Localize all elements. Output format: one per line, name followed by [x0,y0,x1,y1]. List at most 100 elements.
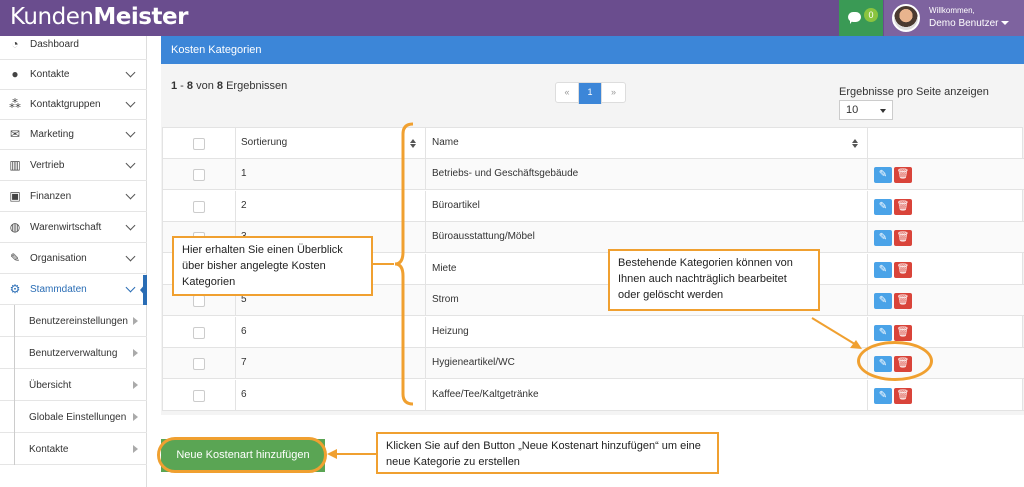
sidebar-item-marketing[interactable]: ✉ Marketing [0,120,147,150]
sidebar-subitem-label: Globale Einstellungen [29,412,127,423]
chevron-down-icon [125,189,136,200]
select-all-checkbox[interactable] [193,138,205,150]
chevron-down-icon [125,251,136,262]
category-name: Miete [432,262,457,274]
sort-value: 6 [241,325,247,337]
sidebar-subitem-label: Übersicht [29,380,72,391]
sidebar-subitem-uebersicht[interactable]: Übersicht [0,369,147,401]
sidebar-subitem-globale-einstellungen[interactable]: Globale Einstellungen [0,401,147,433]
sort-value: 2 [241,199,247,211]
caret-right-icon [133,445,138,453]
chevron-down-icon [125,220,136,231]
sidebar-subitem-kontakte[interactable]: Kontakte [0,433,147,465]
sidebar-item-label: Kontaktgruppen [30,99,101,110]
user-menu[interactable]: Willkommen, Demo Benutzer [884,0,1024,36]
edit-button[interactable]: ✎ [874,230,892,246]
sidebar-item-stammdaten[interactable]: ⚙ Stammdaten [0,275,147,305]
top-bar: KundenMeister 0 Willkommen, Demo Benutze… [0,0,1024,36]
sort-value: 6 [241,388,247,400]
sort-value: 1 [241,168,247,179]
sidebar-item-organisation[interactable]: ✎ Organisation [0,244,147,274]
panel-header: Kosten Kategorien [161,36,1024,64]
message-count-badge: 0 [864,8,878,22]
callout-arrow [811,317,862,349]
category-name: Hygieneartikel/WC [432,357,515,368]
edit-button[interactable]: ✎ [874,293,892,309]
caret-right-icon [133,413,138,421]
edit-button[interactable]: ✎ [874,198,892,215]
tree-line [14,305,15,337]
welcome-text: Willkommen, [929,6,975,15]
dashboard-icon: ◔ [11,37,19,51]
sidebar-item-label: Vertrieb [30,160,65,171]
sidebar-subitem-benutzerverwaltung[interactable]: Benutzerverwaltung [0,337,147,369]
row-checkbox[interactable] [193,169,205,181]
edit-button[interactable]: ✎ [874,261,892,278]
sidebar-item-label: Finanzen [30,191,72,202]
sidebar-item-finanzen[interactable]: ▣ Finanzen [0,182,147,212]
edit-button[interactable]: ✎ [874,324,892,341]
sidebar-item-kontakte[interactable]: ● Kontakte [0,60,147,90]
caret-down-icon [880,109,886,113]
sidebar-subitem-benutzereinstellungen[interactable]: Benutzereinstellungen [0,305,147,337]
delete-button[interactable]: 🗑 [894,198,912,215]
sidebar-item-vertrieb[interactable]: ▥ Vertrieb [0,151,147,181]
sidebar: ◔ Dashboard ● Kontakte ⁂ Kontaktgruppen … [0,36,147,487]
chevron-down-icon [125,97,136,108]
user-name: Demo Benutzer [929,18,1010,29]
callout-overview: Hier erhalten Sie einen Überblick über b… [172,236,373,296]
row-checkbox[interactable] [193,389,205,402]
app-logo[interactable]: KundenMeister [10,4,188,30]
sort-value: 7 [241,357,247,368]
user-icon: ● [11,67,19,81]
row-checkbox[interactable] [193,326,205,339]
sidebar-item-label: Kontakte [30,69,70,80]
delete-button[interactable]: 🗑 [894,167,912,183]
sidebar-subitem-label: Benutzereinstellungen [29,316,128,327]
results-summary: 1 - 8 von 8 Ergebnissen [171,80,288,92]
delete-button[interactable]: 🗑 [894,293,912,309]
envelope-icon: ✉ [9,127,21,141]
messages-button[interactable]: 0 [839,0,883,36]
per-page-select[interactable]: 10 [839,100,893,120]
row-checkbox[interactable] [193,295,205,307]
pagination-next[interactable]: » [602,83,625,104]
sidebar-item-label: Dashboard [30,39,79,50]
delete-button[interactable]: 🗑 [894,261,912,278]
brace-bracket [395,122,414,406]
chevron-down-icon [125,158,136,169]
sidebar-item-kontaktgruppen[interactable]: ⁂ Kontaktgruppen [0,90,147,120]
tree-line [14,401,15,433]
edit-button[interactable]: ✎ [874,167,892,183]
pagination-prev[interactable]: « [556,83,579,104]
caret-right-icon [133,317,138,325]
row-checkbox[interactable] [193,200,205,213]
pagination: « 1 » [555,82,626,104]
callout-arrow [372,263,394,265]
edit-button[interactable]: ✎ [874,387,892,404]
tree-line [14,369,15,401]
category-name: Büroartikel [432,199,480,211]
table-row: 6 Kaffee/Tee/Kaltgetränke ✎ 🗑 [163,379,1024,411]
category-name: Heizung [432,325,469,337]
sidebar-item-dashboard[interactable]: ◔ Dashboard [0,30,147,60]
column-header-sortierung[interactable]: Sortierung [241,137,287,148]
pagination-page-1[interactable]: 1 [579,83,602,104]
table-row: 2 Büroartikel ✎ 🗑 [163,190,1024,222]
users-icon: ⁂ [9,97,21,111]
delete-button[interactable]: 🗑 [894,387,912,404]
sort-icon[interactable] [852,139,858,149]
caret-down-icon [1001,21,1010,26]
avatar [892,4,920,32]
active-notch [140,283,146,297]
category-name: Büroausstattung/Möbel [432,231,535,242]
delete-button[interactable]: 🗑 [894,324,912,341]
sidebar-item-warenwirtschaft[interactable]: ◍ Warenwirtschaft [0,213,147,243]
money-icon: ▣ [9,189,21,203]
sidebar-subitem-label: Benutzerverwaltung [29,348,118,359]
per-page-label: Ergebnisse pro Seite anzeigen [839,86,989,98]
table-header-row: Sortierung Name [163,128,1024,159]
column-header-name[interactable]: Name [432,137,459,148]
row-checkbox[interactable] [193,358,205,370]
delete-button[interactable]: 🗑 [894,230,912,246]
